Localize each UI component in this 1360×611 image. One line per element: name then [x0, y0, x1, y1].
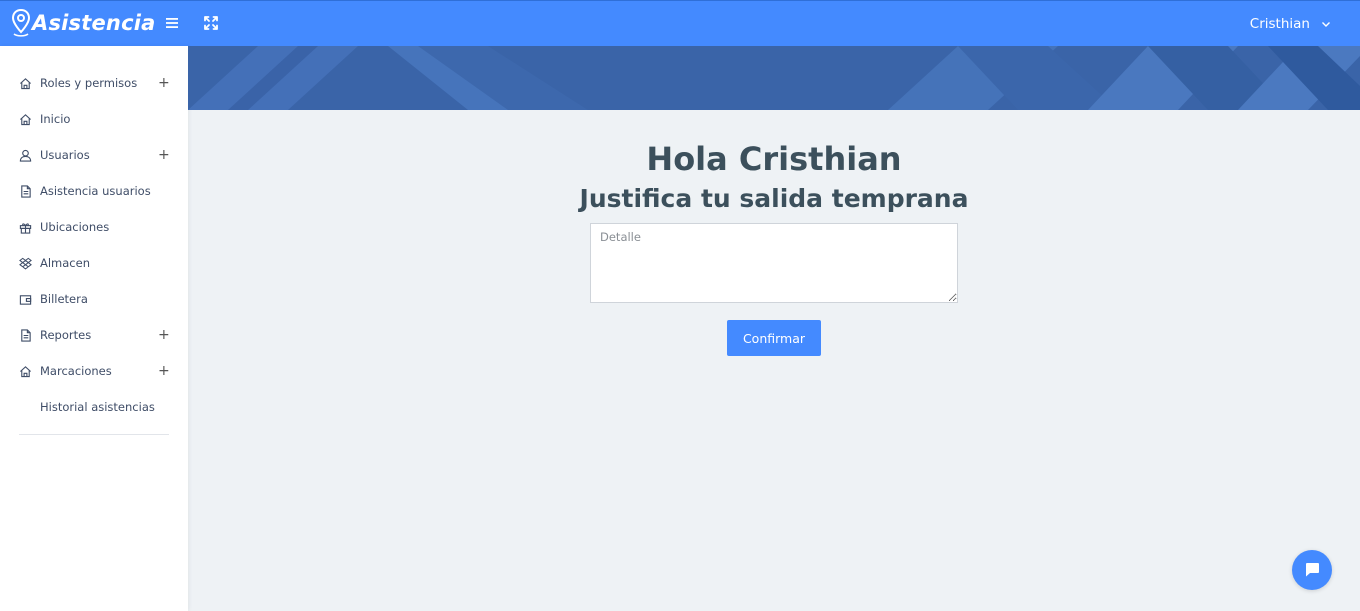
- sidebar-item-label: Billetera: [40, 292, 88, 306]
- file-text-icon: [21, 328, 31, 342]
- sidebar-item-reportes[interactable]: Reportes +: [0, 317, 188, 353]
- hamburger-icon: [166, 18, 178, 28]
- expand-plus-icon[interactable]: +: [158, 75, 170, 91]
- expand-plus-icon[interactable]: +: [158, 147, 170, 163]
- sidebar-item-label: Roles y permisos: [40, 76, 138, 90]
- sidebar-item-label: Asistencia usuarios: [40, 184, 151, 198]
- sidebar-item-label: Reportes: [40, 328, 92, 342]
- sidebar-item-marcaciones[interactable]: Marcaciones +: [0, 353, 188, 389]
- sidebar-item-almacen[interactable]: Almacen: [0, 245, 188, 281]
- sidebar-item-historial-asistencias[interactable]: Historial asistencias: [0, 389, 188, 425]
- user-name: Cristhian: [1249, 16, 1310, 32]
- home-icon: [20, 77, 31, 89]
- expand-plus-icon[interactable]: +: [158, 327, 170, 343]
- sidebar-item-usuarios[interactable]: Usuarios +: [0, 137, 188, 173]
- sidebar-item-label: Inicio: [40, 112, 71, 126]
- main-content: Hola Cristhian Justifica tu salida tempr…: [188, 110, 1360, 611]
- top-navbar: Asistencia Cristhian: [0, 0, 1360, 46]
- detail-textarea[interactable]: [590, 223, 958, 303]
- confirm-button[interactable]: Confirmar: [727, 320, 821, 356]
- chevron-down-icon: [1322, 22, 1330, 27]
- sidebar-item-billetera[interactable]: Billetera: [0, 281, 188, 317]
- header-banner: [188, 46, 1360, 110]
- expand-icon: [204, 16, 218, 30]
- page-subtitle: Justifica tu salida temprana: [579, 184, 969, 213]
- sidebar-item-label: Usuarios: [40, 148, 90, 162]
- sidebar-item-asistencia-usuarios[interactable]: Asistencia usuarios: [0, 173, 188, 209]
- home-icon: [20, 113, 31, 125]
- user-icon: [19, 149, 32, 162]
- greeting-heading: Hola Cristhian: [646, 140, 902, 178]
- map-pin-icon: [11, 8, 31, 37]
- sidebar-item-ubicaciones[interactable]: Ubicaciones: [0, 209, 188, 245]
- sidebar: Roles y permisos + Inicio Usuarios + Asi…: [0, 46, 188, 611]
- gift-icon: [19, 222, 32, 234]
- fullscreen-button[interactable]: [201, 13, 221, 33]
- sidebar-item-label: Marcaciones: [40, 364, 112, 378]
- chat-icon: [1306, 563, 1319, 577]
- sidebar-divider: [19, 434, 169, 435]
- hamburger-menu-button[interactable]: [162, 13, 182, 33]
- sidebar-item-label: Ubicaciones: [40, 220, 110, 234]
- wallet-icon: [19, 294, 32, 305]
- expand-plus-icon[interactable]: +: [158, 363, 170, 379]
- sidebar-item-inicio[interactable]: Inicio: [0, 101, 188, 137]
- dropbox-icon: [19, 257, 32, 270]
- sidebar-nav: Roles y permisos + Inicio Usuarios + Asi…: [0, 46, 188, 425]
- brand-logo[interactable]: Asistencia: [10, 8, 156, 38]
- chat-button[interactable]: [1292, 550, 1332, 590]
- brand-name: Asistencia: [32, 11, 156, 35]
- user-menu-dropdown[interactable]: Cristhian: [1250, 13, 1332, 35]
- sidebar-item-label: Almacen: [40, 256, 90, 270]
- banner-pattern: [188, 46, 1360, 110]
- sidebar-item-roles-y-permisos[interactable]: Roles y permisos +: [0, 65, 188, 101]
- sidebar-item-label: Historial asistencias: [40, 400, 155, 414]
- home-icon: [20, 365, 31, 377]
- file-text-icon: [21, 184, 31, 198]
